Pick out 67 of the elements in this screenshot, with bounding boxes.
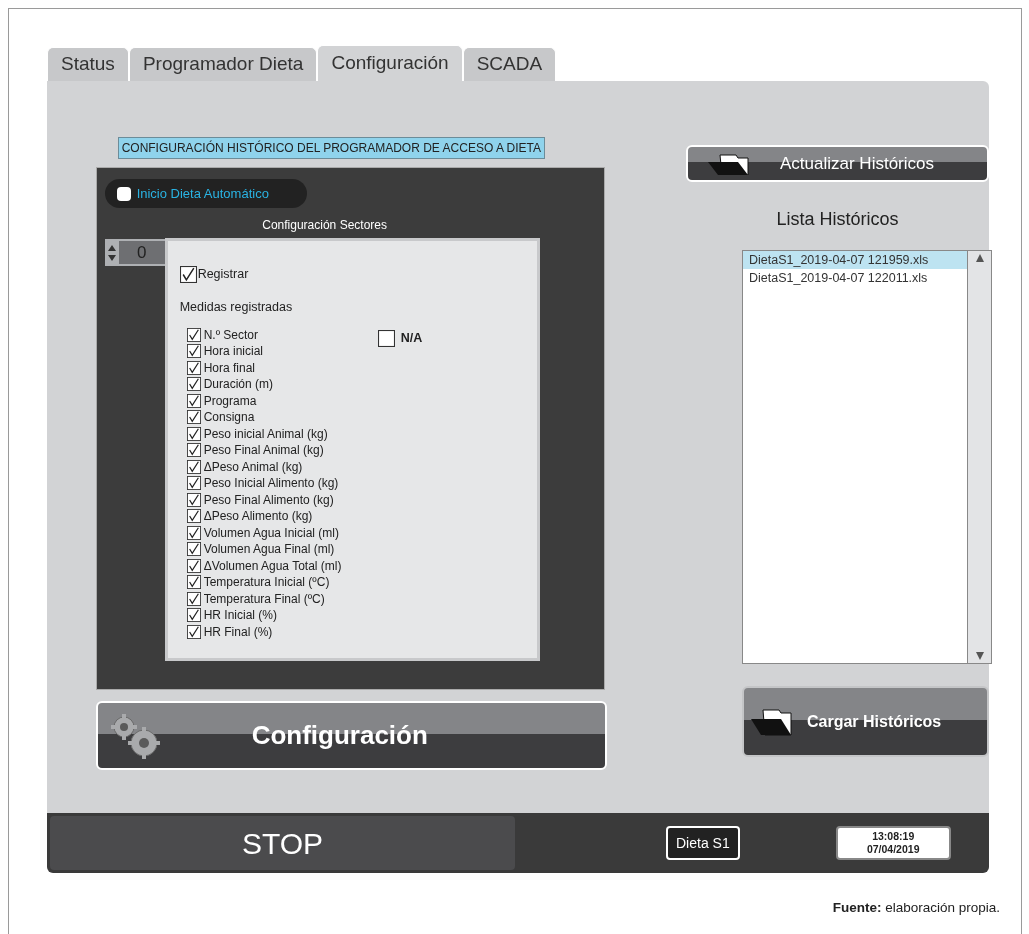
measure-label: Consigna — [203, 410, 255, 425]
measure-label: ΔVolumen Agua Total (ml) — [203, 558, 342, 573]
checkbox[interactable] — [186, 410, 201, 425]
clock-date: 07/04/2019 — [866, 843, 920, 856]
measure-label: HR Inicial (%) — [203, 608, 277, 623]
scroll-down-icon[interactable] — [974, 651, 985, 661]
figure-caption: Fuente: elaboración propia. — [832, 899, 1000, 917]
measure-label: Hora inicial — [203, 344, 263, 359]
measure-label: Peso Final Alimento (kg) — [203, 492, 334, 507]
tab[interactable]: Configuración — [317, 45, 463, 81]
measure-label: Temperatura Final (ºC) — [203, 591, 325, 606]
sectors-label: Configuración Sectores — [262, 217, 387, 234]
checkbox[interactable] — [116, 186, 131, 201]
checkbox[interactable] — [186, 344, 201, 359]
measure-label: Temperatura Inicial (ºC) — [203, 575, 330, 590]
tab[interactable]: Status — [47, 47, 129, 81]
measure-label: Volumen Agua Inicial (ml) — [203, 525, 340, 540]
checkbox[interactable] — [377, 329, 395, 347]
checkbox[interactable] — [186, 377, 201, 392]
auto-start-toggle[interactable]: Inicio Dieta Automático — [104, 179, 307, 208]
folder-icon — [706, 152, 750, 175]
scroll-up-icon[interactable] — [974, 253, 985, 263]
scrollbar[interactable] — [967, 251, 991, 663]
checkbox[interactable] — [186, 624, 201, 639]
measure-label: HR Final (%) — [203, 624, 273, 639]
history-item[interactable]: DietaS1_2019-04-07 121959.xls — [743, 251, 967, 269]
run-state: STOP — [241, 825, 324, 862]
diet-indicator: Dieta S1 — [666, 826, 740, 860]
checkbox[interactable] — [186, 492, 201, 507]
checkbox[interactable] — [186, 476, 201, 491]
folder-icon — [749, 707, 793, 736]
measures-title: Medidas registradas — [179, 298, 294, 316]
checkbox[interactable] — [186, 509, 201, 524]
checkbox[interactable] — [186, 558, 201, 573]
checkbox[interactable] — [186, 591, 201, 606]
measure-label: Volumen Agua Final (ml) — [203, 542, 335, 557]
measure-label: Duración (m) — [203, 377, 273, 392]
checkbox[interactable] — [186, 459, 201, 474]
checkbox[interactable] — [179, 265, 197, 283]
measure-label: N.º Sector — [203, 327, 259, 342]
checkbox[interactable] — [186, 360, 201, 375]
checkbox[interactable] — [186, 426, 201, 441]
checkbox-label: Registrar — [197, 266, 249, 283]
checkbox[interactable] — [186, 327, 201, 342]
checkbox[interactable] — [186, 575, 201, 590]
checkbox[interactable] — [186, 393, 201, 408]
measure-label: ΔPeso Animal (kg) — [203, 459, 303, 474]
load-history-button[interactable]: Cargar Históricos — [742, 686, 989, 757]
clock-time: 13:08:19 — [872, 830, 915, 843]
measure-label: Programa — [203, 393, 257, 408]
update-history-button[interactable]: Actualizar Históricos — [686, 145, 989, 182]
sector-index-value: 0 — [118, 241, 165, 264]
checkbox[interactable] — [186, 542, 201, 557]
configuration-button[interactable]: Configuración — [95, 701, 607, 770]
tab[interactable]: SCADA — [462, 47, 557, 81]
measure-label: Peso inicial Animal (kg) — [203, 426, 328, 441]
measure-label: ΔPeso Alimento (kg) — [203, 509, 313, 524]
measure-label: Peso Final Animal (kg) — [203, 443, 324, 458]
checkbox[interactable] — [186, 525, 201, 540]
checkbox[interactable] — [186, 608, 201, 623]
checkbox[interactable] — [186, 443, 201, 458]
tab[interactable]: Programador Dieta — [128, 47, 318, 81]
section-title: CONFIGURACIÓN HISTÓRICO DEL PROGRAMADOR DE ACCESO A DIETA — [117, 137, 545, 159]
checkbox-label: N/A — [400, 330, 423, 347]
measure-label: Peso Inicial Alimento (kg) — [203, 476, 339, 491]
measure-label: Hora final — [203, 360, 255, 375]
history-list-title: Lista Históricos — [776, 208, 899, 231]
